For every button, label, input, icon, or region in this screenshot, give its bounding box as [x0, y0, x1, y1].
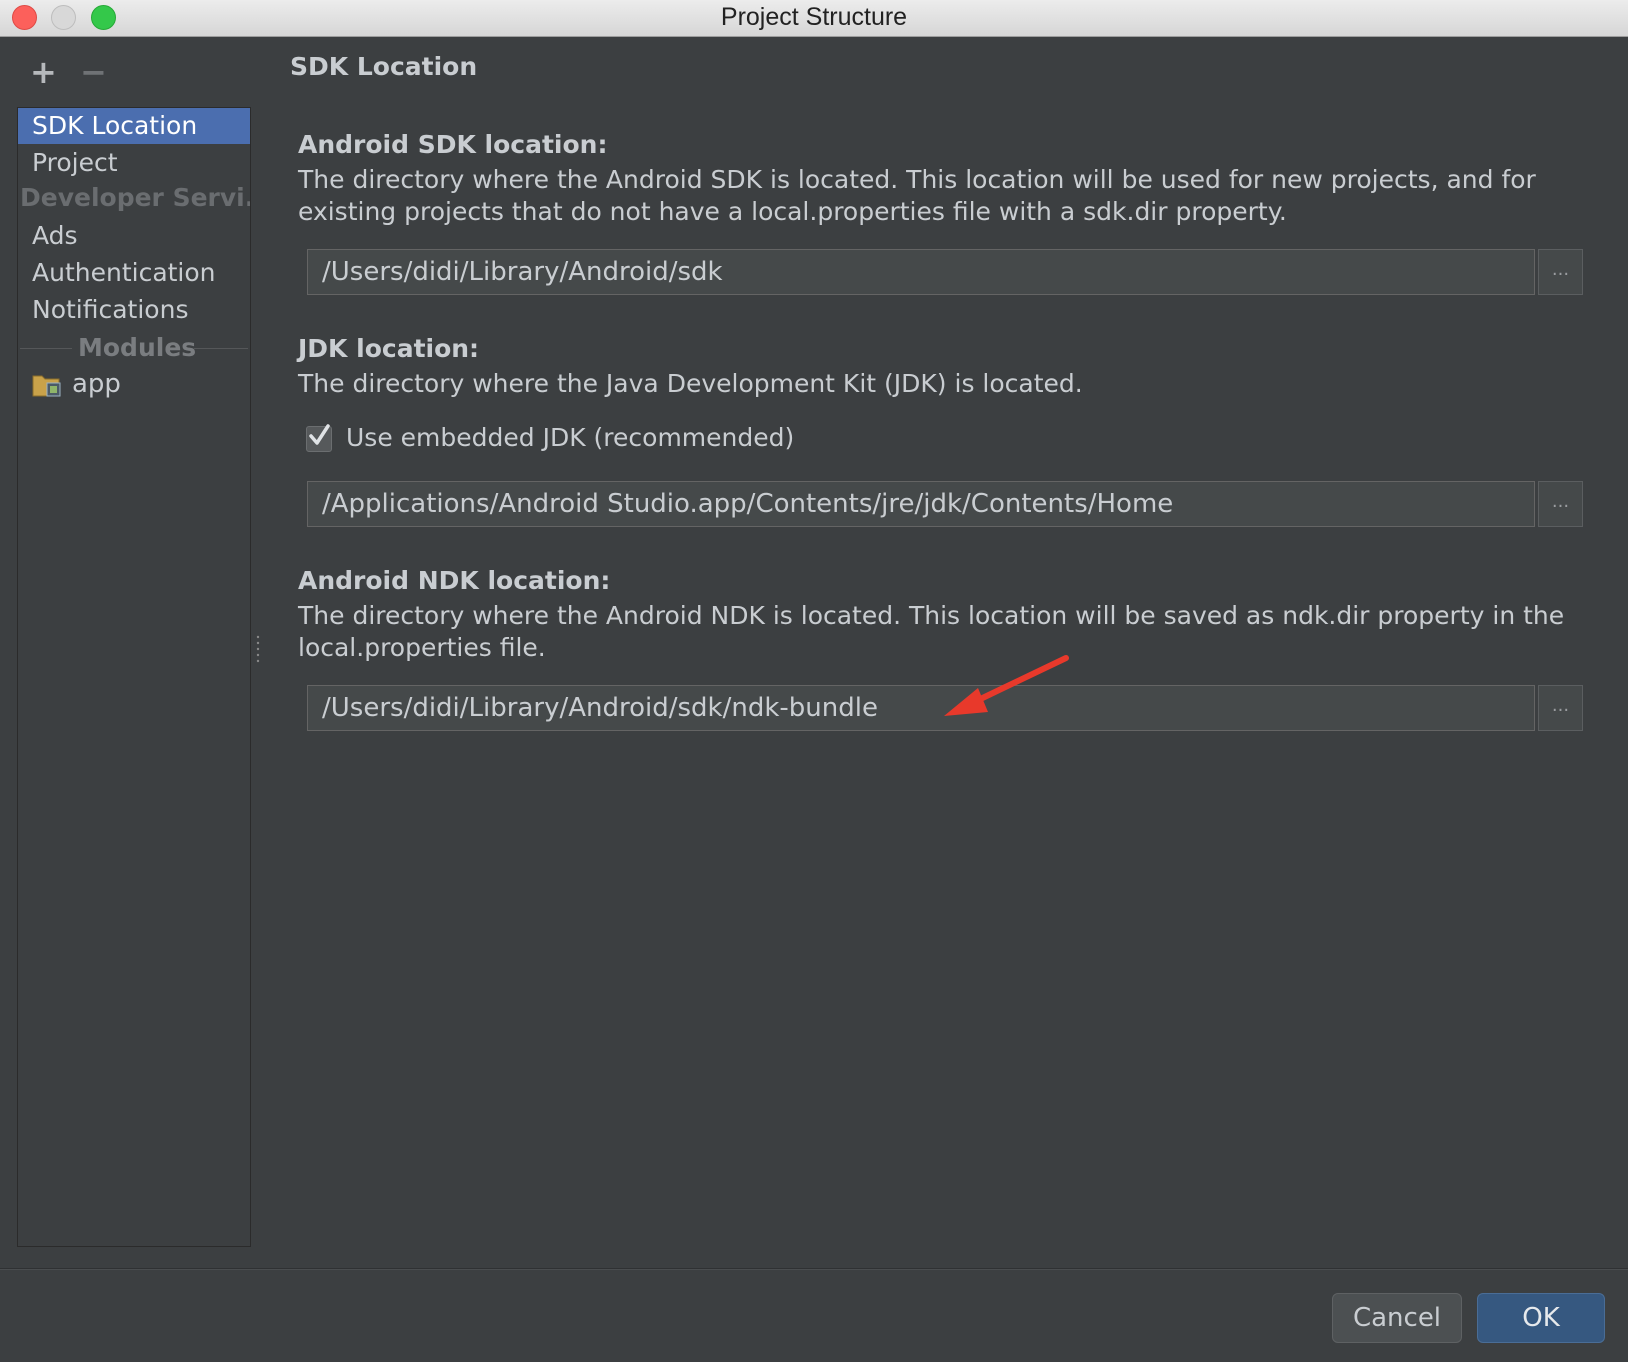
red-annotation-arrow-icon	[944, 655, 1069, 716]
sdk-path-field[interactable]: /Users/didi/Library/Android/sdk	[307, 249, 1535, 295]
separator-line-right	[194, 348, 248, 349]
ndk-location-label: Android NDK location:	[298, 566, 611, 595]
separator-line-left	[20, 348, 72, 349]
jdk-browse-button[interactable]: ...	[1538, 481, 1583, 527]
ndk-browse-button[interactable]: ...	[1538, 685, 1583, 731]
sidebar-item-project[interactable]: Project	[18, 145, 250, 181]
jdk-location-label: JDK location:	[298, 334, 480, 363]
ok-button[interactable]: OK	[1477, 1293, 1605, 1343]
window-title: Project Structure	[720, 3, 908, 31]
sdk-browse-button[interactable]: ...	[1538, 249, 1583, 295]
ndk-path-field[interactable]: /Users/didi/Library/Android/sdk/ndk-bund…	[307, 685, 1535, 731]
splitter-handle[interactable]	[255, 634, 261, 664]
title-bar: Project Structure	[0, 0, 1628, 37]
sidebar-item-notifications[interactable]: Notifications	[18, 292, 250, 328]
modules-header: Modules	[78, 333, 197, 362]
modules-separator: Modules	[20, 330, 248, 366]
module-folder-icon	[32, 375, 61, 397]
footer-divider-highlight	[0, 1269, 1628, 1270]
use-embedded-jdk-checkbox[interactable]	[306, 424, 332, 452]
sidebar: SDK Location Project Developer Servi... …	[17, 107, 251, 1247]
sidebar-item-app[interactable]: app	[18, 366, 250, 402]
checkmark-icon	[309, 424, 330, 445]
project-structure-window: Project Structure + − SDK Location Proje…	[0, 0, 1628, 1362]
section-title: SDK Location	[290, 52, 478, 81]
sidebar-item-authentication[interactable]: Authentication	[18, 255, 250, 291]
jdk-path-field[interactable]: /Applications/Android Studio.app/Content…	[307, 481, 1535, 527]
jdk-location-description: The directory where the Java Development…	[298, 369, 1083, 398]
remove-icon[interactable]: −	[80, 56, 107, 88]
sidebar-item-label: app	[72, 369, 121, 399]
sidebar-item-sdk-location[interactable]: SDK Location	[18, 108, 250, 144]
cancel-button[interactable]: Cancel	[1332, 1293, 1462, 1343]
add-icon[interactable]: +	[30, 56, 57, 88]
sdk-location-label: Android SDK location:	[298, 130, 608, 159]
sidebar-header-developer-services: Developer Servi...	[20, 183, 250, 212]
use-embedded-jdk-label[interactable]: Use embedded JDK (recommended)	[346, 423, 794, 452]
sdk-location-description: The directory where the Android SDK is l…	[298, 165, 1536, 226]
sidebar-item-ads[interactable]: Ads	[18, 218, 250, 254]
